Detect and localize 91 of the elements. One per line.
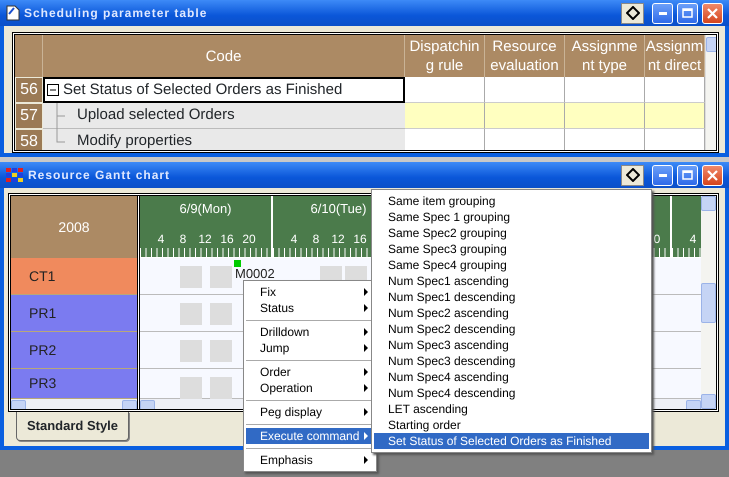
maximize-icon [682,170,693,180]
menu-item[interactable]: Num Spec1 ascending [374,273,649,289]
menu-item[interactable]: Num Spec2 ascending [374,305,649,321]
table-cell [645,77,705,103]
code-cell[interactable]: Modify properties [43,129,405,150]
row-number: 57 [15,103,43,129]
code-text: Upload selected Orders [77,105,235,126]
menu-item[interactable]: Execute command [246,428,374,444]
maximize-button[interactable] [677,164,698,186]
year-header: 2008 [11,196,137,258]
minimize-button[interactable] [652,2,673,24]
column-header: Resource evaluation [485,35,565,77]
hour-label: 20 [241,231,257,248]
grid-icon [6,168,24,182]
code-cell[interactable]: Upload selected Orders [43,103,405,129]
header-cell [15,35,43,77]
column-header: Assignme nt type [565,35,645,77]
close-icon [707,170,718,180]
menu-item[interactable]: Num Spec1 descending [374,289,649,305]
tree-line [55,102,65,128]
hour-label: 16 [352,231,368,248]
gantt-bar [210,303,232,325]
menu-item[interactable]: Same item grouping [374,193,649,209]
menu-item[interactable]: Starting order [374,417,649,433]
table-cell [645,103,705,129]
maximize-icon [682,8,693,18]
menu-item[interactable]: Num Spec3 ascending [374,337,649,353]
diamond-icon [626,6,640,20]
hour-label: 12 [330,231,346,248]
hour-label: 4 [290,231,298,248]
close-icon [707,8,718,18]
row-number: 58 [15,129,43,150]
menu-item[interactable]: Num Spec3 descending [374,353,649,369]
vertical-scrollbar[interactable] [701,196,716,409]
column-header: Assignm nt direct [645,35,705,77]
hour-label: 4 [688,231,698,248]
resource-label[interactable]: CT1 [11,258,137,295]
close-button[interactable] [702,164,723,186]
menu-item[interactable]: Emphasis [246,452,374,468]
menu-item[interactable]: Same Spec2 grouping [374,225,649,241]
task-label[interactable]: M0002 [235,264,275,284]
gantt-bar [210,340,232,362]
diamond-icon [626,168,640,182]
day-label: 6/9(Mon) [179,201,232,216]
minimize-button[interactable] [652,164,673,186]
document-icon [6,5,20,21]
window-title: Resource Gantt chart [28,167,170,184]
column-header: Code [43,35,405,77]
gantt-bar [180,340,202,362]
menu-item[interactable]: Same Spec 1 grouping [374,209,649,225]
code-text: Modify properties [77,131,192,150]
menu-item[interactable]: Set Status of Selected Orders as Finished [374,433,649,449]
row-number: 56 [15,77,43,103]
scroll-thumb[interactable] [701,282,716,322]
column-header: Dispatchin g rule [405,35,485,77]
menu-item[interactable]: Same Spec3 grouping [374,241,649,257]
minimize-icon [658,12,666,14]
gantt-bar [180,266,202,288]
gantt-bar [180,377,202,399]
hour-label: 4 [156,231,166,248]
resource-label[interactable]: PR1 [11,295,137,332]
hour-label: 8 [178,231,188,248]
gantt-bar [210,377,232,399]
collapse-icon[interactable] [47,84,59,96]
menu-item[interactable]: Same Spec4 grouping [374,257,649,273]
menu-item[interactable]: Num Spec2 descending [374,321,649,337]
style-tab[interactable]: Standard Style [16,412,130,440]
hour-label: 0 [652,231,662,248]
hour-label: 8 [312,231,320,248]
code-cell[interactable]: Set Status of Selected Orders as Finished [43,77,405,103]
code-text: Set Status of Selected Orders as Finished [63,80,342,100]
resource-label[interactable]: PR3 [11,369,137,399]
vertical-scrollbar[interactable] [705,35,716,150]
hour-label: 12 [197,231,213,248]
maximize-button[interactable] [677,2,698,24]
close-button[interactable] [702,2,723,24]
scroll-up-button[interactable] [701,196,716,211]
resource-label[interactable]: PR2 [11,332,137,369]
menu-item[interactable]: Num Spec4 descending [374,385,649,401]
gantt-bar [180,303,202,325]
task-marker [234,260,241,267]
hour-label: 16 [219,231,235,248]
window-title: Scheduling parameter table [24,5,208,22]
scroll-down-button[interactable] [701,394,716,409]
gantt-bar [210,266,232,288]
day-label: 6/10(Tue) [310,201,366,216]
pin-button[interactable] [621,164,644,186]
minimize-icon [658,174,666,176]
menu-item[interactable]: LET ascending [374,401,649,417]
menu-item[interactable]: Num Spec4 ascending [374,369,649,385]
pin-button[interactable] [621,2,644,24]
